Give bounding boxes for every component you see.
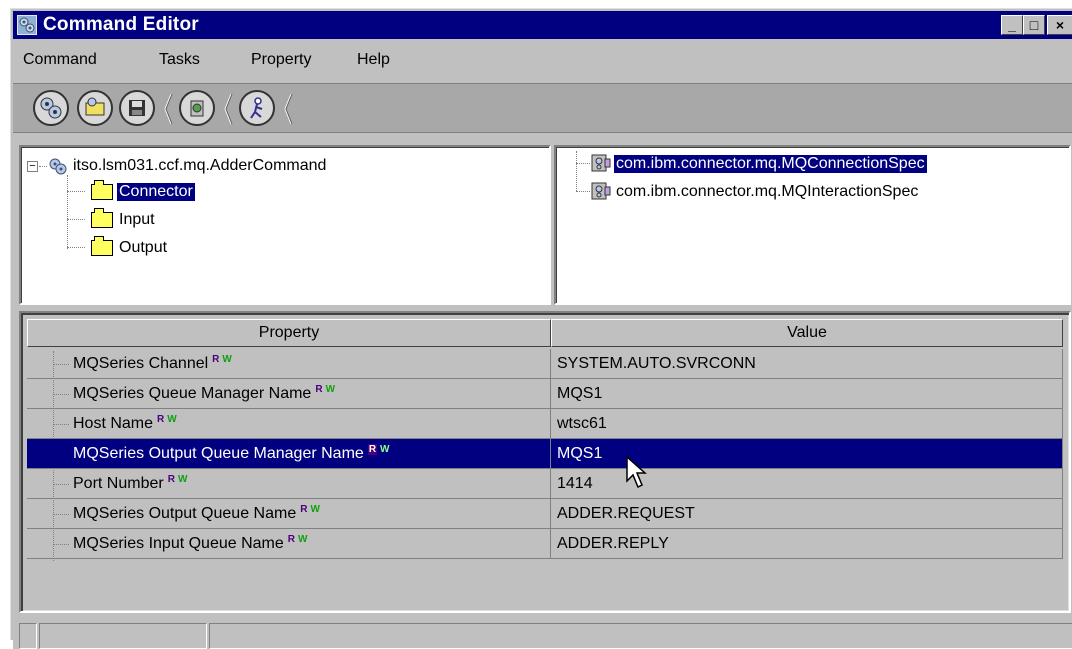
spec-item-connection[interactable]: com.ibm.connector.mq.MQConnectionSpec <box>614 155 927 173</box>
menu-help[interactable]: Help <box>357 51 390 69</box>
menu-command[interactable]: Command <box>23 51 97 69</box>
property-name: MQSeries Queue Manager Name R W <box>27 379 551 409</box>
tree-connector <box>67 175 68 249</box>
read-badge: R <box>212 354 220 365</box>
column-header-property[interactable]: Property <box>27 319 551 347</box>
property-name-text: Port Number <box>73 475 164 492</box>
status-segment <box>19 623 37 649</box>
property-table: Property Value MQSeries Channel R W SYSTEM… <box>19 311 1071 613</box>
folder-icon <box>91 236 113 256</box>
read-badge: R <box>287 534 295 545</box>
write-badge: W <box>167 414 177 425</box>
property-name-text: MQSeries Output Queue Manager Name <box>73 445 364 462</box>
status-segment <box>209 623 1072 649</box>
tree-connector <box>67 191 85 192</box>
toolbar <box>13 83 1072 133</box>
open-icon[interactable] <box>77 90 113 126</box>
toolbar-separator <box>223 92 233 126</box>
spec-item-interaction[interactable]: com.ibm.connector.mq.MQInteractionSpec <box>614 183 920 201</box>
tree-item-connector[interactable]: Connector <box>117 183 195 201</box>
status-bar <box>13 621 1072 649</box>
property-value[interactable]: SYSTEM.AUTO.SVRCONN <box>551 349 1063 379</box>
property-value[interactable]: MQS1 <box>551 379 1063 409</box>
bean-icon <box>591 154 611 172</box>
minimize-button[interactable]: _ <box>1001 15 1023 35</box>
rw-badge: RW <box>300 504 320 515</box>
read-badge: R <box>167 474 175 485</box>
folder-icon <box>91 208 113 228</box>
read-badge: R <box>367 444 378 455</box>
rw-badge: RW <box>315 384 335 395</box>
maximize-button[interactable]: □ <box>1023 15 1045 35</box>
property-name: MQSeries Output Queue Manager Name R W <box>27 439 551 469</box>
property-value[interactable]: ADDER.REQUEST <box>551 499 1063 529</box>
property-name: MQSeries Input Queue Name R W <box>27 529 551 559</box>
connector-spec-panel[interactable]: com.ibm.connector.mq.MQConnectionSpec co… <box>554 145 1071 305</box>
tree-connector <box>576 151 577 191</box>
property-row[interactable]: Port Number R W 1414 <box>27 469 1063 499</box>
property-row-selected[interactable]: MQSeries Output Queue Manager Name R W MQS… <box>27 439 1063 469</box>
rw-badge: RW <box>157 414 177 425</box>
toolbar-separator <box>283 92 293 126</box>
tree-connector <box>576 191 590 192</box>
read-badge: R <box>315 384 323 395</box>
read-badge: R <box>300 504 308 515</box>
write-badge: W <box>310 504 320 515</box>
run-man-icon[interactable] <box>239 90 275 126</box>
write-badge: W <box>298 534 308 545</box>
folder-icon <box>91 180 113 200</box>
column-header-value[interactable]: Value <box>551 319 1063 347</box>
menu-tasks[interactable]: Tasks <box>159 51 200 69</box>
property-name-text: Host Name <box>73 415 154 432</box>
bean-icon <box>591 182 611 200</box>
property-value[interactable]: wtsc61 <box>551 409 1063 439</box>
property-name-text: MQSeries Input Queue Name <box>73 535 284 552</box>
gears-icon[interactable] <box>33 90 69 126</box>
window-title: Command Editor <box>43 14 199 35</box>
menu-property[interactable]: Property <box>251 51 311 69</box>
menu-bar: Command Tasks Property Help <box>13 47 1072 75</box>
write-badge: W <box>380 444 390 455</box>
property-name-text: MQSeries Channel <box>73 355 209 372</box>
property-name-text: MQSeries Queue Manager Name <box>73 385 312 402</box>
title-bar[interactable]: Command Editor _ □ × <box>13 11 1072 39</box>
property-name-text: MQSeries Output Queue Name <box>73 505 297 522</box>
property-name: Port Number R W <box>27 469 551 499</box>
close-button[interactable]: × <box>1047 15 1072 35</box>
property-value[interactable]: ADDER.REPLY <box>551 529 1063 559</box>
write-badge: W <box>177 474 188 485</box>
rw-badge: RW <box>288 534 308 545</box>
property-row[interactable]: MQSeries Channel R W SYSTEM.AUTO.SVRCONN <box>27 349 1063 379</box>
command-editor-window: Command Editor _ □ × Command Tasks Prope… <box>10 8 1072 649</box>
property-row[interactable]: MQSeries Queue Manager Name R W MQS1 <box>27 379 1063 409</box>
mouse-pointer-icon <box>626 455 647 489</box>
tree-connector <box>576 163 590 164</box>
write-badge: W <box>222 354 232 365</box>
write-badge: W <box>325 384 336 395</box>
command-gears-icon <box>49 158 67 175</box>
rw-badge: RW <box>168 474 188 485</box>
read-badge: R <box>157 414 165 425</box>
toolbar-separator <box>163 92 173 126</box>
collapse-toggle[interactable]: − <box>27 161 38 172</box>
tree-item-output[interactable]: Output <box>117 239 169 257</box>
property-name: MQSeries Output Queue Name R W <box>27 499 551 529</box>
rw-badge: RW <box>212 354 232 365</box>
property-row[interactable]: Host Name R W wtsc61 <box>27 409 1063 439</box>
property-row[interactable]: MQSeries Output Queue Name R W ADDER.REQUE… <box>27 499 1063 529</box>
tree-item-input[interactable]: Input <box>117 211 157 229</box>
tree-connector <box>39 166 47 167</box>
property-name: MQSeries Channel R W <box>27 349 551 379</box>
rw-badge: RW <box>367 444 390 455</box>
tree-connector <box>67 247 85 248</box>
tree-connector <box>67 219 85 220</box>
tree-root-label[interactable]: itso.lsm031.ccf.mq.AdderCommand <box>71 157 328 175</box>
save-icon[interactable] <box>119 90 155 126</box>
app-gears-icon <box>17 15 37 35</box>
property-row[interactable]: MQSeries Input Queue Name R W ADDER.REPLY <box>27 529 1063 559</box>
property-name: Host Name R W <box>27 409 551 439</box>
command-tree-panel[interactable]: − itso.lsm031.ccf.mq.AdderCommand Connec… <box>19 145 551 305</box>
status-segment <box>39 623 207 649</box>
execute-icon[interactable] <box>179 90 215 126</box>
